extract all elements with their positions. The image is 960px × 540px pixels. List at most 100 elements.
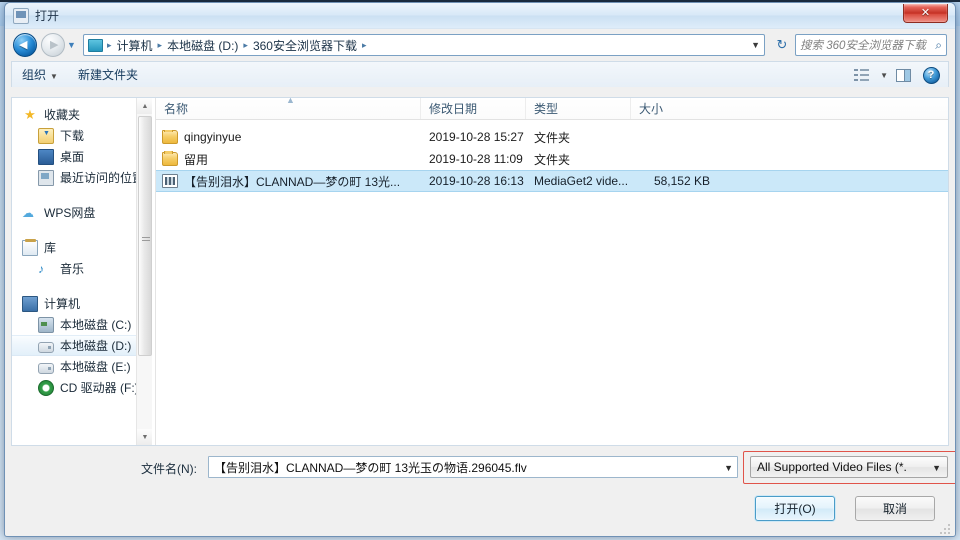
close-button[interactable]: ✕ [903,4,948,23]
sidebar-group-computer[interactable]: 计算机 [12,293,152,314]
forward-button[interactable] [41,33,65,57]
resize-grip-icon[interactable] [940,522,952,534]
new-folder-button[interactable]: 新建文件夹 [68,66,148,83]
column-header-type[interactable]: 类型 [526,98,631,119]
chevron-down-icon[interactable]: ▼ [932,463,941,473]
sidebar-item-downloads[interactable]: 下载 [12,125,152,146]
scrollbar-grip-icon [142,237,150,243]
chevron-down-icon[interactable]: ▼ [880,71,888,80]
refresh-icon: ↻ [776,37,788,52]
help-button[interactable]: ? [918,64,944,86]
breadcrumb-item-folder[interactable]: 360安全浏览器下载 [250,37,360,54]
sidebar-item-label: 本地磁盘 (E:) [60,360,131,374]
search-placeholder: 搜索 360安全浏览器下载 [800,40,926,52]
file-type-cell: MediaGet2 vide... [534,174,629,188]
refresh-button[interactable]: ↻ [771,34,793,56]
chevron-down-icon: ▼ [50,72,58,81]
scroll-down-button[interactable]: ▼ [137,429,152,445]
filename-input[interactable]: 【告别泪水】CLANNAD—梦の町 13光玉の物语.296045.flv ▼ [208,456,738,478]
sidebar-item-drive-e[interactable]: 本地磁盘 (E:) [12,356,152,377]
toolbar-right-group: ▼ ? [848,62,944,88]
file-size-cell: 58,152 KB [653,174,710,188]
address-bar[interactable]: ▸ 计算机 ▸ 本地磁盘 (D:) ▸ 360安全浏览器下载 ▸ ▼ [83,34,765,56]
file-name-text: 留用 [184,152,209,167]
computer-icon [22,295,38,312]
file-date-cell: 2019-10-28 11:09 [429,152,523,166]
sidebar-group-favorites[interactable]: ★ 收藏夹 [12,104,152,125]
view-mode-icon [853,69,869,81]
file-date-cell: 2019-10-28 15:27 [429,130,524,144]
column-header-size[interactable]: 大小 [631,98,716,119]
view-mode-button[interactable] [848,64,874,86]
filename-value: 【告别泪水】CLANNAD—梦の町 13光玉の物语.296045.flv [214,460,527,475]
search-input[interactable]: 搜索 360安全浏览器下载 ⌕ [795,34,947,56]
open-button[interactable]: 打开(O) [755,496,835,521]
chevron-down-icon[interactable]: ▼ [751,40,760,50]
file-type-cell: 文件夹 [534,130,571,145]
scroll-up-button[interactable]: ▲ [137,98,152,114]
breadcrumb-separator: ▸ [361,39,367,50]
cloud-icon: ☁ [22,205,34,220]
close-icon: ✕ [920,7,931,19]
breadcrumb-separator: ▸ [107,39,112,50]
music-icon: ♪ [38,261,44,276]
history-dropdown-button[interactable]: ▼ [67,40,76,50]
star-icon: ★ [24,106,36,122]
scrollbar-thumb[interactable] [138,116,152,356]
file-type-cell: 文件夹 [534,152,571,167]
sidebar-item-label: 桌面 [60,150,85,164]
sidebar-item-music[interactable]: ♪ 音乐 [12,258,152,279]
system-drive-icon [38,316,54,333]
column-header-date[interactable]: 修改日期 [421,98,526,119]
sidebar-item-desktop[interactable]: 桌面 [12,146,152,167]
breadcrumb-separator: ▸ [243,39,248,50]
breadcrumb-item-drive[interactable]: 本地磁盘 (D:) [164,37,241,54]
search-icon: ⌕ [935,37,942,52]
navigation-scrollbar[interactable]: ▲ ▼ [136,98,152,445]
sidebar-item-label: 本地磁盘 (C:) [60,318,132,332]
sidebar-group-libraries[interactable]: 库 [12,237,152,258]
back-button[interactable] [13,33,37,57]
cancel-button[interactable]: 取消 [855,496,935,521]
recent-places-icon [38,169,54,186]
downloads-icon [38,127,54,144]
filetype-value: All Supported Video Files (*. [757,460,907,474]
file-name-cell: qingyinyue [156,130,421,144]
cd-drive-icon [38,379,54,396]
preview-pane-icon [895,68,911,82]
table-row[interactable]: qingyinyue 2019-10-28 15:27 文件夹 [156,126,948,148]
organize-button[interactable]: 组织 ▼ [12,66,68,83]
organize-label: 组织 [22,68,47,82]
drive-icon [38,362,54,374]
preview-pane-button[interactable] [890,64,916,86]
filetype-dropdown[interactable]: All Supported Video Files (*. ▼ [750,456,948,478]
sidebar-item-drive-d[interactable]: 本地磁盘 (D:) [12,335,152,356]
sidebar-group-label: 收藏夹 [44,108,81,122]
table-row[interactable]: 留用 2019-10-28 11:09 文件夹 [156,148,948,170]
chevron-down-icon[interactable]: ▼ [724,463,733,473]
table-row-selected[interactable]: 【告别泪水】CLANNAD—梦の町 13光... 2019-10-28 16:1… [156,170,948,192]
sidebar-item-drive-c[interactable]: 本地磁盘 (C:) [12,314,152,335]
folder-icon [88,38,103,52]
sidebar-item-recent-places[interactable]: 最近访问的位置 [12,167,152,188]
drive-icon [38,341,54,353]
breadcrumb-item-computer[interactable]: 计算机 [114,37,156,54]
title-bar[interactable]: 打开 ✕ [5,3,955,29]
window-title: 打开 [35,9,60,23]
sidebar-group-wps-cloud[interactable]: ☁ WPS网盘 [12,202,152,223]
open-folder-icon [13,8,29,24]
open-file-dialog: 打开 ✕ ▼ ▸ 计算机 ▸ 本地磁盘 (D:) ▸ 360安全浏览器下载 ▸ … [4,2,956,537]
folder-icon [162,150,178,166]
filename-label: 文件名(N): [141,462,197,476]
help-icon: ? [922,66,940,84]
navigation-pane: ★ 收藏夹 下载 桌面 最近访问的位置 ☁ WPS网盘 [12,98,152,445]
desktop-icon [38,148,54,165]
column-header-row: ▲ 名称 修改日期 类型 大小 [156,95,948,120]
sidebar-item-cd-drive[interactable]: CD 驱动器 (F:) H [12,377,152,398]
file-name-cell: 【告别泪水】CLANNAD—梦の町 13光... [156,173,421,190]
sidebar-item-label: 本地磁盘 (D:) [60,339,132,353]
folder-icon [162,130,178,144]
main-content-area: ★ 收藏夹 下载 桌面 最近访问的位置 ☁ WPS网盘 [11,95,949,446]
sidebar-item-label: 下载 [60,129,85,143]
